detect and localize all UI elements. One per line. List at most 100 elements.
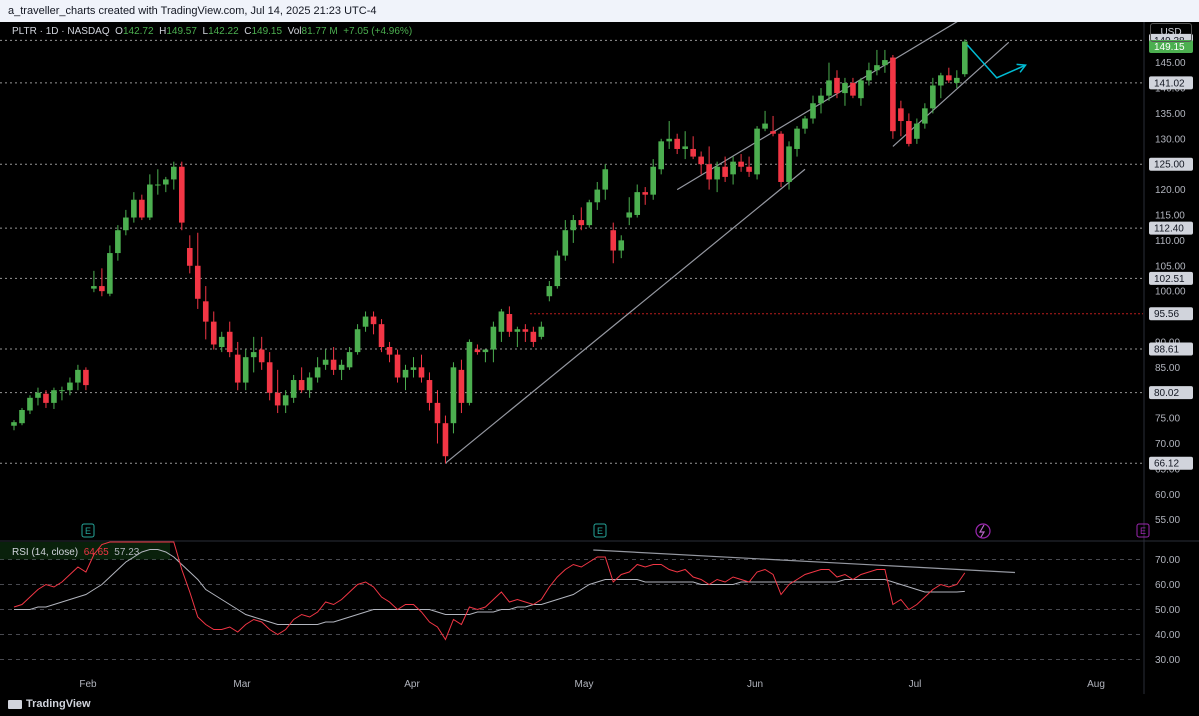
- candle: [19, 407, 25, 426]
- candle-body: [258, 349, 265, 363]
- candle-body: [938, 75, 944, 86]
- candle-body: [354, 329, 361, 353]
- candle: [282, 390, 289, 414]
- candle-body: [474, 349, 481, 353]
- candle: [522, 324, 529, 342]
- forecast-arrow: [966, 44, 1027, 79]
- candle-body: [218, 336, 225, 348]
- candle: [898, 100, 904, 137]
- candle-body: [338, 364, 345, 370]
- candle: [194, 232, 201, 309]
- candle-body: [298, 380, 305, 391]
- candle: [586, 199, 593, 228]
- dividend-bolt-icon: [978, 524, 986, 538]
- candle: [274, 369, 281, 414]
- candle-body: [322, 359, 329, 365]
- time-tick-label: May: [575, 679, 594, 690]
- candle: [762, 110, 768, 132]
- candle: [362, 311, 369, 332]
- candle: [186, 235, 193, 274]
- candle: [171, 161, 177, 190]
- tradingview-brand: TradingView: [8, 698, 91, 710]
- candle-body: [282, 395, 289, 406]
- candle-body: [242, 357, 249, 383]
- price-level-label: 66.12: [1154, 459, 1179, 470]
- price-tick-label: 55.00: [1155, 515, 1180, 526]
- candle-body: [810, 103, 816, 119]
- header-text: a_traveller_charts created with TradingV…: [8, 5, 377, 17]
- candle-body: [714, 166, 720, 180]
- candle-body: [594, 189, 601, 203]
- candle-body: [618, 240, 625, 251]
- candle: [202, 286, 209, 340]
- candle-body: [370, 316, 377, 325]
- candle-body: [866, 70, 872, 81]
- candle-body: [954, 77, 960, 83]
- symbol-label[interactable]: PLTR · 1D · NASDAQ: [12, 26, 110, 37]
- candle: [434, 390, 441, 444]
- candle: [306, 372, 313, 398]
- forecast-arrow-line: [966, 44, 1026, 79]
- chart-area[interactable]: 55.0060.0065.0070.0075.0080.0085.0090.00…: [0, 22, 1199, 694]
- candle: [570, 214, 577, 243]
- candle: [498, 308, 505, 342]
- low-value: 142.22: [208, 26, 239, 37]
- candle-body: [762, 123, 768, 129]
- candle-body: [634, 192, 641, 215]
- rsi-tick-label: 60.00: [1155, 580, 1180, 591]
- candle: [826, 62, 832, 101]
- candle: [330, 347, 337, 375]
- price-level-label: 95.56: [1154, 309, 1179, 320]
- candle-body: [51, 390, 57, 403]
- price-tick-label: 135.00: [1155, 109, 1186, 120]
- open-label: O: [115, 26, 123, 37]
- candle-body: [554, 255, 561, 287]
- candle-body: [43, 393, 49, 403]
- candle: [370, 311, 377, 335]
- candle-body: [786, 146, 792, 182]
- candle-body: [450, 367, 457, 424]
- high-value: 149.57: [166, 26, 197, 37]
- candle: [11, 420, 17, 431]
- candle: [123, 209, 129, 236]
- candle-body: [226, 331, 233, 353]
- candle: [738, 154, 744, 172]
- candle-body: [682, 146, 688, 149]
- rsi-label[interactable]: RSI (14, close): [12, 547, 78, 558]
- candle-body: [818, 95, 824, 104]
- candle-body: [139, 199, 145, 218]
- candle: [115, 225, 121, 261]
- currency-button[interactable]: USD: [1150, 23, 1192, 42]
- rsi-tick-label: 50.00: [1155, 605, 1180, 616]
- price-level-label: 80.02: [1154, 388, 1179, 399]
- candle: [155, 169, 161, 195]
- candle-body: [194, 265, 201, 299]
- rsi-ma-line: [14, 549, 965, 625]
- tradingview-logo-icon: [8, 699, 22, 709]
- candle-body: [27, 397, 33, 411]
- rsi-ma-value: 57.23: [114, 547, 140, 558]
- candle: [914, 118, 920, 144]
- price-axis: 55.0060.0065.0070.0075.0080.0085.0090.00…: [1155, 58, 1186, 526]
- candle: [770, 115, 776, 137]
- candle: [426, 372, 433, 411]
- price-tick-label: 105.00: [1155, 261, 1186, 272]
- candle: [514, 326, 521, 348]
- candle-body: [147, 184, 153, 218]
- candle-body: [418, 367, 425, 378]
- candle-body: [658, 141, 664, 170]
- candle: [658, 138, 664, 175]
- candle: [906, 113, 912, 147]
- rsi-tick-label: 70.00: [1155, 555, 1180, 566]
- candle: [314, 357, 321, 383]
- candle-body: [930, 85, 936, 109]
- candle: [866, 62, 872, 86]
- candle: [131, 192, 137, 223]
- rsi-tick-label: 30.00: [1155, 655, 1180, 666]
- rsi-value: 64.65: [83, 547, 109, 558]
- candle: [83, 367, 89, 391]
- price-level-label: 88.61: [1154, 345, 1179, 356]
- candle-body: [346, 352, 353, 368]
- open-value: 142.72: [122, 26, 154, 37]
- candle: [490, 321, 497, 363]
